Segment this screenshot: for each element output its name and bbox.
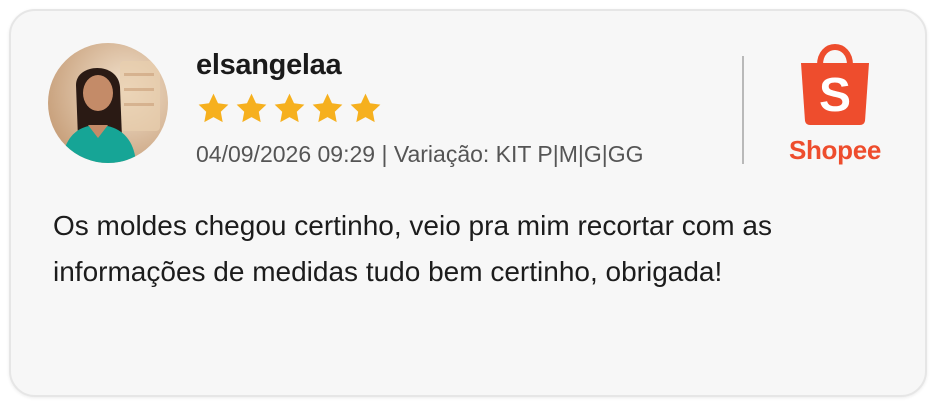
star-icon — [236, 93, 267, 123]
review-text: Os moldes chegou certinho, veio pra mim … — [53, 210, 772, 287]
star-icon — [350, 93, 381, 123]
star-icon — [312, 93, 343, 123]
shopee-logo: S Shopee — [779, 35, 891, 175]
vertical-divider — [742, 56, 744, 164]
shopee-wordmark: Shopee — [788, 135, 882, 165]
shopee-bag-letter: S — [819, 69, 851, 122]
review-card: elsangelaa 04/09/2026 09:29 | Variação: … — [9, 9, 927, 397]
review-variation: Variação: KIT P|M|G|GG — [393, 141, 644, 167]
star-rating — [196, 91, 383, 126]
reviewer-avatar[interactable] — [48, 43, 168, 163]
review-date: 04/09/2026 09:29 — [196, 141, 376, 167]
star-icon — [198, 93, 229, 123]
reviewer-username[interactable]: elsangelaa — [196, 49, 342, 82]
shopee-bag-icon: S — [801, 44, 869, 125]
star-icon — [274, 93, 305, 123]
meta-separator: | — [381, 141, 388, 167]
review-meta: 04/09/2026 09:29 | Variação: KIT P|M|G|G… — [196, 141, 644, 168]
